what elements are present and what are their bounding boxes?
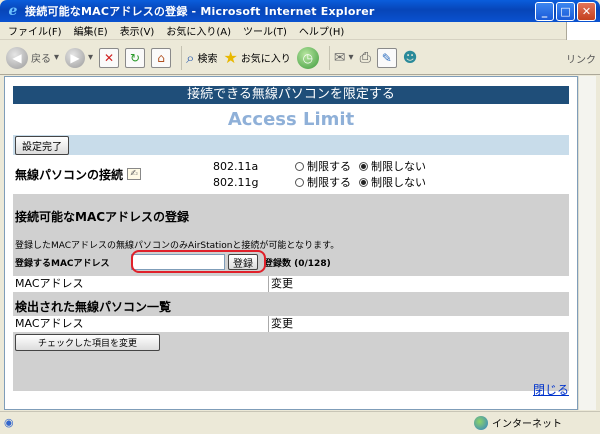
ie-logo-icon: e — [8, 3, 18, 19]
page-title: Access Limit — [227, 109, 355, 130]
band-name: 802.11a — [213, 159, 259, 173]
search-icon: ⌕ — [186, 48, 195, 67]
messenger-button[interactable]: ☻ — [403, 50, 418, 66]
back-arrow-icon: ◀ — [6, 46, 28, 69]
windows-logo-icon — [566, 22, 600, 40]
table-header-mac: MACアドレス — [13, 316, 269, 332]
settings-bar: 設定完了 — [13, 135, 569, 155]
history-icon: ◷ — [296, 46, 319, 69]
detected-section-title: 検出された無線パソコン一覧 — [15, 300, 172, 314]
register-section-title: 接続可能なMACアドレスの登録 — [15, 210, 190, 224]
search-button[interactable]: ⌕ 検索 — [186, 49, 217, 67]
wireless-connection-row: 無線パソコンの接続 ✍ 802.11a 制限する 制限しない 802.11g 制… — [13, 157, 569, 191]
table-header-change: 変更 — [271, 277, 293, 290]
favorites-button[interactable]: ★ お気に入り — [223, 48, 290, 67]
radio-11g-no-restrict[interactable]: 制限しない — [359, 174, 426, 190]
page-done-icon: ◉ — [4, 416, 14, 429]
stop-button[interactable]: ✕ — [99, 47, 120, 68]
messenger-icon: ☻ — [402, 49, 418, 66]
status-bar: ◉ インターネット — [0, 411, 600, 434]
help-note-icon[interactable]: ✍ — [127, 168, 142, 180]
back-button[interactable]: ◀ 戻る ▾ — [6, 46, 59, 69]
maximize-button[interactable]: □ — [556, 2, 575, 21]
radio-11g-restrict[interactable]: 制限する — [295, 174, 351, 190]
globe-icon — [474, 415, 488, 430]
detected-mac-table-header: MACアドレス 変更 — [13, 316, 569, 332]
radio-11a-no-restrict[interactable]: 制限しない — [359, 158, 426, 174]
edit-page-icon: ✎ — [376, 47, 397, 68]
close-window-button[interactable]: ✕ — [577, 2, 596, 21]
page-banner: 接続できる無線パソコンを限定する — [13, 86, 569, 104]
toolbar-divider — [328, 45, 330, 70]
menu-view[interactable]: 表示(V) — [120, 23, 155, 38]
table-header-mac: MACアドレス — [13, 276, 269, 292]
menu-file[interactable]: ファイル(F) — [8, 23, 62, 38]
menu-help[interactable]: ヘルプ(H) — [299, 23, 344, 38]
mac-register-label: 登録するMACアドレス — [15, 258, 110, 269]
browser-content: 接続できる無線パソコンを限定する Access Limit 設定完了 無線パソコ… — [4, 76, 578, 410]
back-dropdown-icon[interactable]: ▾ — [54, 52, 59, 63]
radio-11a-restrict[interactable]: 制限する — [295, 158, 351, 174]
highlight-annotation — [131, 250, 266, 273]
window-title-bar: e 接続可能なMACアドレスの登録 - Microsoft Internet E… — [0, 0, 600, 22]
close-link[interactable]: 閉じる — [533, 381, 569, 398]
edit-button[interactable]: ✎ — [376, 47, 397, 68]
print-button[interactable]: ⎙ — [360, 50, 371, 66]
printer-icon: ⎙ — [359, 49, 371, 66]
radio-button-icon[interactable] — [295, 161, 304, 171]
mac-registration-section: 接続可能なMACアドレスの登録 登録したMACアドレスの無線パソコンのみAirS… — [13, 194, 569, 391]
links-label[interactable]: リンク — [566, 51, 596, 66]
forward-button[interactable]: ▶ ▾ — [65, 47, 93, 68]
vertical-scrollbar[interactable] — [578, 76, 596, 410]
page: 接続できる無線パソコンを限定する Access Limit 設定完了 無線パソコ… — [13, 86, 569, 391]
security-zone: インターネット — [474, 415, 562, 430]
minimize-button[interactable]: _ — [535, 2, 554, 21]
mail-button[interactable]: ✉ ▾ — [334, 50, 354, 66]
table-header-change: 変更 — [271, 317, 293, 330]
home-button[interactable]: ⌂ — [151, 47, 172, 68]
wireless-label: 無線パソコンの接続 ✍ — [13, 166, 213, 183]
menu-tools[interactable]: ツール(T) — [243, 23, 287, 38]
radio-button-selected-icon[interactable] — [359, 177, 368, 187]
menu-edit[interactable]: 編集(E) — [74, 23, 108, 38]
forward-dropdown-icon[interactable]: ▾ — [88, 52, 93, 63]
menu-bar: ファイル(F) 編集(E) 表示(V) お気に入り(A) ツール(T) ヘルプ(… — [0, 22, 600, 40]
radio-button-icon[interactable] — [295, 177, 304, 187]
band-row-11g: 802.11g 制限する 制限しない — [213, 174, 434, 190]
star-icon: ★ — [223, 48, 238, 67]
band-name: 802.11g — [213, 175, 259, 189]
settings-done-button[interactable]: 設定完了 — [15, 135, 69, 155]
toolbar-divider — [181, 45, 183, 70]
refresh-button[interactable]: ↻ — [125, 47, 146, 68]
radio-button-selected-icon[interactable] — [359, 161, 368, 171]
toolbar: ◀ 戻る ▾ ▶ ▾ ✕ ↻ ⌂ ⌕ 検索 ★ お気に入り ◷ ✉ ▾ ⎙ ✎ … — [0, 41, 600, 75]
mail-icon: ✉ — [333, 49, 346, 66]
mac-input-row: 登録するMACアドレス 登録 登録数 (0/128) — [13, 252, 569, 272]
change-checked-button[interactable]: チェックした項目を変更 — [15, 334, 161, 351]
register-count: 登録数 (0/128) — [264, 258, 331, 269]
window-title: 接続可能なMACアドレスの登録 - Microsoft Internet Exp… — [25, 5, 375, 18]
home-icon: ⌂ — [151, 47, 172, 68]
mail-dropdown-icon[interactable]: ▾ — [349, 52, 354, 63]
forward-arrow-icon: ▶ — [65, 47, 86, 68]
registered-mac-table-header: MACアドレス 変更 — [13, 276, 569, 292]
refresh-icon: ↻ — [125, 47, 146, 68]
menu-favorites[interactable]: お気に入り(A) — [166, 23, 231, 38]
band-row-11a: 802.11a 制限する 制限しない — [213, 158, 434, 174]
history-button[interactable]: ◷ — [296, 46, 319, 69]
stop-icon: ✕ — [99, 47, 120, 68]
